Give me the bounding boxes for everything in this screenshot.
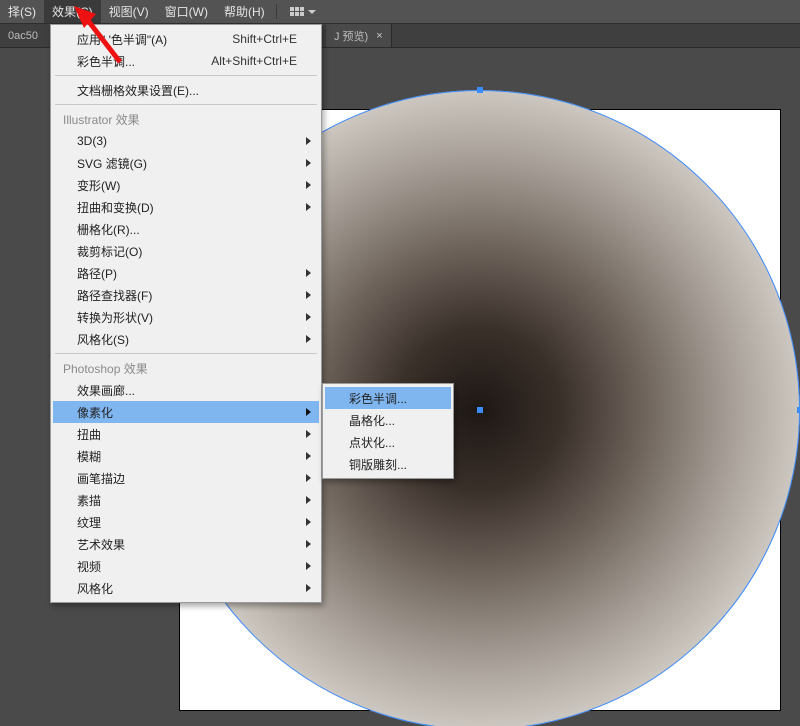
menu-label: 窗口(W) bbox=[165, 3, 208, 20]
menu-distort[interactable]: 扭曲 bbox=[53, 423, 319, 445]
menu-item-label: 晶格化... bbox=[349, 412, 395, 429]
menu-label: 视图(V) bbox=[109, 3, 149, 20]
menu-distort-transform[interactable]: 扭曲和变换(D) bbox=[53, 196, 319, 218]
tab-fragment-left: 0ac50 bbox=[0, 24, 46, 47]
menu-blur[interactable]: 模糊 bbox=[53, 445, 319, 467]
menu-sketch[interactable]: 素描 bbox=[53, 489, 319, 511]
menu-doc-raster-settings[interactable]: 文档栅格效果设置(E)... bbox=[53, 79, 319, 101]
menu-help[interactable]: 帮助(H) bbox=[216, 0, 273, 23]
menu-item-label: 视频 bbox=[77, 558, 101, 575]
menu-item-label: 铜版雕刻... bbox=[349, 456, 407, 473]
menu-convert-to-shape[interactable]: 转换为形状(V) bbox=[53, 306, 319, 328]
menu-select[interactable]: 择(S) bbox=[0, 0, 44, 23]
menu-item-label: 效果画廊... bbox=[77, 382, 135, 399]
menu-svg-filters[interactable]: SVG 滤镜(G) bbox=[53, 152, 319, 174]
menu-item-label: 纹理 bbox=[77, 514, 101, 531]
menu-item-label: 模糊 bbox=[77, 448, 101, 465]
submenu-mezzotint[interactable]: 铜版雕刻... bbox=[325, 453, 451, 475]
menu-item-shortcut: Shift+Ctrl+E bbox=[204, 32, 297, 46]
menu-item-label: 路径查找器(F) bbox=[77, 287, 152, 304]
close-icon[interactable]: × bbox=[376, 30, 382, 42]
menu-item-label: 素描 bbox=[77, 492, 101, 509]
handle-top[interactable] bbox=[477, 87, 483, 93]
menu-header-photoshop: Photoshop 效果 bbox=[53, 357, 319, 379]
menu-item-label: 变形(W) bbox=[77, 177, 120, 194]
menu-item-label: 裁剪标记(O) bbox=[77, 243, 142, 260]
pixelate-submenu: 彩色半调... 晶格化... 点状化... 铜版雕刻... bbox=[322, 383, 454, 479]
menu-item-label: 扭曲 bbox=[77, 426, 101, 443]
menu-item-label: 彩色半调... bbox=[77, 53, 135, 70]
menu-separator bbox=[55, 75, 317, 76]
menu-label: 帮助(H) bbox=[224, 3, 265, 20]
menu-label: 效果(C) bbox=[52, 3, 93, 20]
menu-view[interactable]: 视图(V) bbox=[101, 0, 157, 23]
menu-item-label: SVG 滤镜(G) bbox=[77, 155, 147, 172]
menu-effect[interactable]: 效果(C) bbox=[44, 0, 101, 23]
menu-item-label: 栅格化(R)... bbox=[77, 221, 140, 238]
tab-label: J 预览) bbox=[334, 28, 368, 44]
grid-icon bbox=[290, 7, 304, 17]
submenu-color-halftone[interactable]: 彩色半调... bbox=[325, 387, 451, 409]
menu-path[interactable]: 路径(P) bbox=[53, 262, 319, 284]
menu-pixelate[interactable]: 像素化 bbox=[53, 401, 319, 423]
menu-separator bbox=[276, 4, 277, 19]
menu-crop-marks[interactable]: 裁剪标记(O) bbox=[53, 240, 319, 262]
menu-warp[interactable]: 变形(W) bbox=[53, 174, 319, 196]
submenu-crystallize[interactable]: 晶格化... bbox=[325, 409, 451, 431]
chevron-down-icon bbox=[308, 10, 316, 14]
menu-3d[interactable]: 3D(3) bbox=[53, 130, 319, 152]
menu-item-label: 扭曲和变换(D) bbox=[77, 199, 154, 216]
menu-stylize-ai[interactable]: 风格化(S) bbox=[53, 328, 319, 350]
menu-item-label: 3D(3) bbox=[77, 134, 107, 148]
menu-video[interactable]: 视频 bbox=[53, 555, 319, 577]
menu-item-label: 文档栅格效果设置(E)... bbox=[77, 82, 199, 99]
submenu-pointillize[interactable]: 点状化... bbox=[325, 431, 451, 453]
effects-dropdown: 应用" '色半调"(A) Shift+Ctrl+E 彩色半调... Alt+Sh… bbox=[50, 24, 322, 603]
menu-brush-strokes[interactable]: 画笔描边 bbox=[53, 467, 319, 489]
menu-apply-last-effect[interactable]: 应用" '色半调"(A) Shift+Ctrl+E bbox=[53, 28, 319, 50]
tab-fragment-label: 0ac50 bbox=[8, 30, 38, 42]
handle-center[interactable] bbox=[477, 407, 483, 413]
menu-stylize-ps[interactable]: 风格化 bbox=[53, 577, 319, 599]
menu-item-shortcut: Alt+Shift+Ctrl+E bbox=[183, 54, 297, 68]
menu-pathfinder[interactable]: 路径查找器(F) bbox=[53, 284, 319, 306]
document-tab[interactable]: J 预览) × bbox=[326, 24, 392, 47]
menu-item-label: 画笔描边 bbox=[77, 470, 125, 487]
menu-item-label: 彩色半调... bbox=[349, 390, 407, 407]
menu-artistic[interactable]: 艺术效果 bbox=[53, 533, 319, 555]
menu-item-label: 点状化... bbox=[349, 434, 395, 451]
menu-separator bbox=[55, 104, 317, 105]
menu-window[interactable]: 窗口(W) bbox=[157, 0, 216, 23]
menu-rasterize[interactable]: 栅格化(R)... bbox=[53, 218, 319, 240]
menu-label: 择(S) bbox=[8, 3, 36, 20]
menu-item-label: 路径(P) bbox=[77, 265, 117, 282]
menu-separator bbox=[55, 353, 317, 354]
menu-effect-gallery[interactable]: 效果画廊... bbox=[53, 379, 319, 401]
menu-color-halftone-top[interactable]: 彩色半调... Alt+Shift+Ctrl+E bbox=[53, 50, 319, 72]
menu-item-label: 像素化 bbox=[77, 404, 113, 421]
menu-texture[interactable]: 纹理 bbox=[53, 511, 319, 533]
menu-item-label: 风格化 bbox=[77, 580, 113, 597]
menubar: 择(S) 效果(C) 视图(V) 窗口(W) 帮助(H) bbox=[0, 0, 800, 24]
menu-item-label: 风格化(S) bbox=[77, 331, 129, 348]
menu-item-label: 应用" '色半调"(A) bbox=[77, 31, 167, 48]
menu-item-label: 转换为形状(V) bbox=[77, 309, 153, 326]
workspace-switcher[interactable] bbox=[280, 0, 324, 23]
menu-header-illustrator: Illustrator 效果 bbox=[53, 108, 319, 130]
menu-item-label: 艺术效果 bbox=[77, 536, 125, 553]
